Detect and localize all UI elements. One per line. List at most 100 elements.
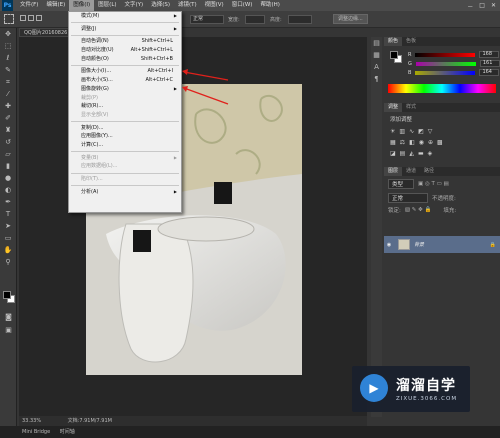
healing-tool-icon[interactable]: ✚ <box>3 102 14 111</box>
character-panel-icon[interactable]: A <box>371 63 382 72</box>
filter-icons[interactable]: ▣ ◎ T ▭ ▤ <box>418 181 449 187</box>
posterize-icon[interactable]: ▤ <box>400 150 406 157</box>
brush-tool-icon[interactable]: ✐ <box>3 114 14 123</box>
height-input[interactable] <box>288 15 312 24</box>
quick-mask-icon[interactable]: ◙ <box>3 313 14 322</box>
image-menu-item[interactable]: 图像大小(I)... Alt+Ctrl+I <box>69 67 181 76</box>
lock-icons[interactable]: ▧ ✎ ✥ 🔒 <box>405 207 432 213</box>
zoom-tool-icon[interactable]: ⚲ <box>3 258 14 267</box>
menu-7[interactable]: 视图(V) <box>201 0 228 11</box>
tab-channels[interactable]: 通道 <box>402 167 420 176</box>
photo-filter-icon[interactable]: ◉ <box>419 139 424 146</box>
refine-edge-button[interactable]: 调整边缘... <box>333 14 368 24</box>
tab-adjustments[interactable]: 调整 <box>384 103 403 112</box>
stamp-tool-icon[interactable]: ♜ <box>3 126 14 135</box>
image-menu-item[interactable]: 分析(A) ▶ <box>69 188 181 197</box>
image-menu-item[interactable]: 裁切(R)... <box>69 102 181 111</box>
menu-5[interactable]: 选择(S) <box>147 0 174 11</box>
menu-0[interactable]: 文件(F) <box>16 0 42 11</box>
tab-color[interactable]: 颜色 <box>384 37 403 46</box>
maximize-button[interactable]: □ <box>479 2 485 11</box>
green-value[interactable]: 161 <box>479 60 500 67</box>
tab-styles[interactable]: 样式 <box>402 103 420 112</box>
type-tool-icon[interactable]: T <box>3 210 14 219</box>
panel-foreground-swatch[interactable] <box>390 51 398 59</box>
dodge-tool-icon[interactable]: ◐ <box>3 186 14 195</box>
move-tool-icon[interactable]: ✥ <box>3 30 14 39</box>
invert-icon[interactable]: ◪ <box>390 150 396 157</box>
lookup-icon[interactable]: ▩ <box>437 139 443 146</box>
balance-icon[interactable]: ⚖ <box>400 139 405 146</box>
eraser-tool-icon[interactable]: ▱ <box>3 150 14 159</box>
color-ramp[interactable] <box>388 84 496 93</box>
foreground-color[interactable] <box>3 291 11 299</box>
eye-icon[interactable]: ◉ <box>384 242 394 248</box>
screen-mode-icon[interactable]: ▣ <box>3 326 14 335</box>
menu-4[interactable]: 文字(Y) <box>121 0 148 11</box>
image-menu-item[interactable]: 计算(C)... <box>69 141 181 150</box>
selective-color-icon[interactable]: ◈ <box>428 150 433 157</box>
quick-select-tool-icon[interactable]: ✎ <box>3 66 14 75</box>
width-input[interactable] <box>245 15 265 24</box>
hand-tool-icon[interactable]: ✋ <box>3 246 14 255</box>
image-menu-item[interactable]: 画布大小(S)... Alt+Ctrl+C <box>69 76 181 85</box>
bw-icon[interactable]: ◧ <box>409 139 415 146</box>
gradient-map-icon[interactable]: ▬ <box>418 150 424 157</box>
levels-icon[interactable]: ▥ <box>399 128 405 135</box>
layer-background[interactable]: ◉ 背景 🔒 <box>384 236 500 253</box>
gradient-tool-icon[interactable]: ▮ <box>3 162 14 171</box>
red-slider[interactable] <box>415 52 476 57</box>
menu-3[interactable]: 图层(L) <box>94 0 120 11</box>
history-brush-icon[interactable]: ↺ <box>3 138 14 147</box>
tab-layers[interactable]: 图层 <box>384 167 403 176</box>
hue-icon[interactable]: ▦ <box>390 139 396 146</box>
blue-value[interactable]: 164 <box>479 69 500 76</box>
lasso-tool-icon[interactable]: ℓ <box>3 54 14 63</box>
image-menu-item[interactable]: 自动颜色(O) Shift+Ctrl+B <box>69 55 181 64</box>
menu-1[interactable]: 编辑(E) <box>42 0 69 11</box>
image-menu-item[interactable]: 调整(J) ▶ <box>69 25 181 34</box>
minimize-button[interactable]: － <box>467 2 473 11</box>
marquee-tool-icon[interactable]: ⬚ <box>3 42 14 51</box>
vibrance-icon[interactable]: ▽ <box>428 128 433 135</box>
pen-tool-icon[interactable]: ✒ <box>3 198 14 207</box>
path-select-icon[interactable]: ➤ <box>3 222 14 231</box>
menu-2[interactable]: 图像(I) <box>69 0 95 11</box>
blend-mode-select[interactable]: 正常 <box>388 193 428 203</box>
eyedropper-tool-icon[interactable]: ⁄ <box>3 90 14 99</box>
shape-tool-icon[interactable]: ▭ <box>3 234 14 243</box>
layer-kind-select[interactable]: 类型 <box>388 179 414 189</box>
menu-6[interactable]: 滤镜(T) <box>174 0 201 11</box>
style-select[interactable]: 正常 <box>190 15 224 24</box>
history-panel-icon[interactable]: ▤ <box>371 39 382 48</box>
brightness-icon[interactable]: ☀ <box>390 128 395 135</box>
tab-paths[interactable]: 路径 <box>420 167 438 176</box>
image-menu-item[interactable]: 自动对比度(U) Alt+Shift+Ctrl+L <box>69 46 181 55</box>
red-value[interactable]: 168 <box>479 51 500 58</box>
threshold-icon[interactable]: ◭ <box>409 150 414 157</box>
close-button[interactable]: ✕ <box>491 2 496 11</box>
image-menu-item[interactable]: 自动色调(N) Shift+Ctrl+L <box>69 37 181 46</box>
selection-mode-icons[interactable] <box>20 15 50 23</box>
blur-tool-icon[interactable]: ● <box>3 174 14 183</box>
image-menu-item[interactable]: 图像旋转(G) ▶ <box>69 85 181 94</box>
image-menu-item[interactable]: 应用图像(Y)... <box>69 132 181 141</box>
blue-slider[interactable] <box>415 70 476 75</box>
menu-8[interactable]: 窗口(W) <box>228 0 257 11</box>
tab-swatches[interactable]: 色板 <box>402 37 420 46</box>
menu-9[interactable]: 帮助(H) <box>256 0 283 11</box>
properties-panel-icon[interactable]: ▦ <box>371 51 382 60</box>
curves-icon[interactable]: ∿ <box>409 128 414 135</box>
exposure-icon[interactable]: ◩ <box>418 128 424 135</box>
image-menu-item[interactable]: 模式(M) ▶ <box>69 12 181 21</box>
marquee-option-icon[interactable] <box>4 14 14 24</box>
green-slider[interactable] <box>415 61 476 66</box>
mini-bridge-tab[interactable]: Mini Bridge <box>22 429 50 435</box>
mixer-icon[interactable]: ⊕ <box>428 139 433 146</box>
paragraph-panel-icon[interactable]: ¶ <box>371 75 382 84</box>
layer-name[interactable]: 背景 <box>414 241 424 248</box>
zoom-level[interactable]: 33.33% <box>22 418 41 424</box>
image-menu-item[interactable]: 复制(D)... <box>69 124 181 133</box>
timeline-tab[interactable]: 时间轴 <box>60 429 75 435</box>
crop-tool-icon[interactable]: ⌗ <box>3 78 14 87</box>
